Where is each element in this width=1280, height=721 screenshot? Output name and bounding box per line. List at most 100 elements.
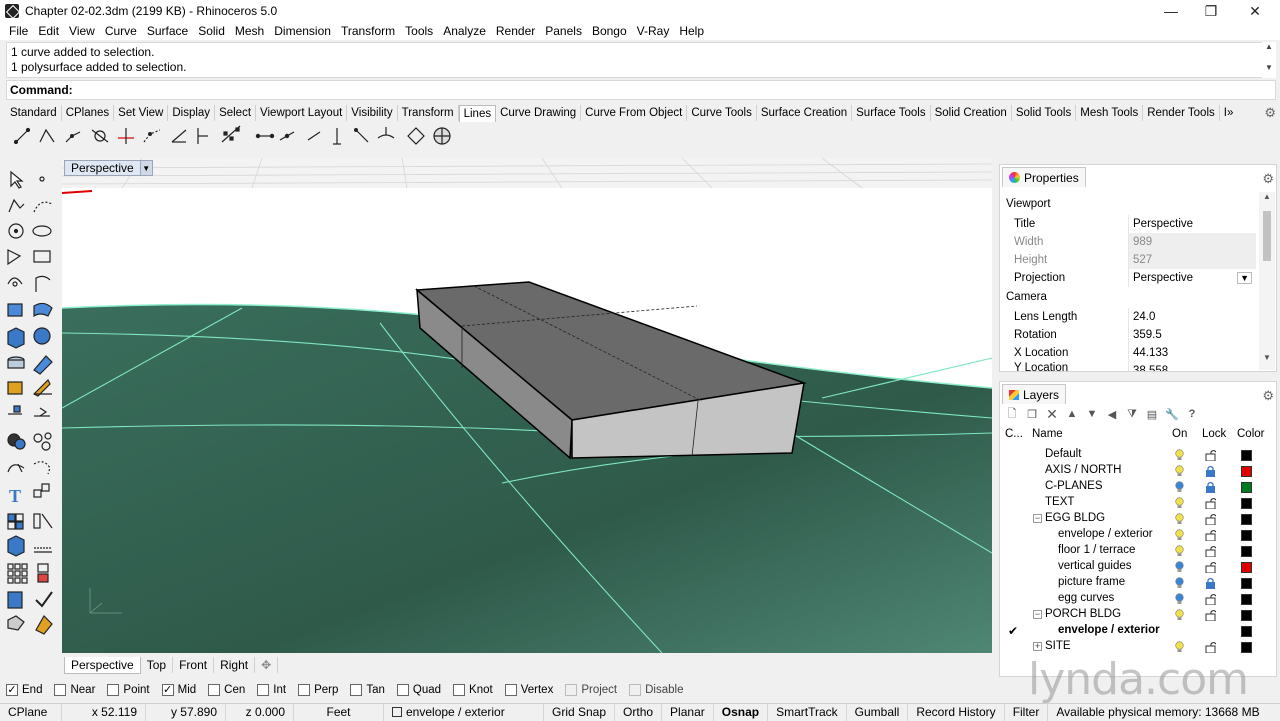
menu-mesh[interactable]: Mesh — [230, 24, 269, 38]
array-tool-icon[interactable] — [7, 535, 25, 557]
unlock-icon[interactable] — [1205, 513, 1217, 526]
prop-title-field[interactable]: Perspective — [1128, 215, 1256, 233]
line-angled-icon[interactable] — [171, 129, 187, 143]
prop-rotation-row[interactable]: Rotation 359.5 — [1002, 326, 1256, 344]
menu-render[interactable]: Render — [491, 24, 540, 38]
layer-row[interactable]: TEXT — [1002, 495, 1274, 511]
viewport-menu-arrow-icon[interactable]: ▼ — [139, 161, 152, 175]
line-segments-icon[interactable] — [65, 131, 81, 143]
osnap-end[interactable]: ✓ End — [6, 684, 42, 696]
tab-front[interactable]: Front — [173, 657, 215, 673]
line-surface-normal-icon[interactable] — [377, 127, 395, 139]
osnap-perp[interactable]: Perp — [298, 684, 338, 696]
menu-file[interactable]: File — [4, 24, 33, 38]
tab-display[interactable]: Display — [168, 105, 216, 121]
x-location-field[interactable]: 44.133 — [1128, 344, 1256, 362]
projection-dropdown[interactable]: Perspective ▼ — [1128, 269, 1256, 287]
menu-surface[interactable]: Surface — [142, 24, 193, 38]
toggle-record-history[interactable]: Record History — [908, 703, 1005, 721]
command-history-scrollbar[interactable]: ▲ ▼ — [1262, 42, 1276, 78]
curve-from-object-icon[interactable] — [35, 275, 51, 292]
layer-tool-icon[interactable] — [34, 547, 52, 553]
tab-layers[interactable]: Layers — [1002, 384, 1067, 404]
osnap-cen[interactable]: Cen — [208, 684, 245, 696]
checkmark-icon[interactable] — [35, 591, 53, 608]
unlock-icon[interactable] — [1205, 641, 1217, 654]
osnap-near[interactable]: Near — [54, 684, 95, 696]
menu-transform[interactable]: Transform — [336, 24, 400, 38]
osnap-checkbox[interactable]: ✓ — [161, 684, 174, 696]
y-location-field[interactable]: 38.558 — [1128, 362, 1256, 371]
lightbulb-icon[interactable] — [1175, 561, 1184, 573]
osnap-checkbox[interactable] — [565, 684, 578, 696]
properties-scrollbar[interactable]: ▲ ▼ — [1259, 192, 1275, 370]
analyze-tool-icon[interactable] — [7, 513, 24, 530]
rectangle-tool-icon[interactable] — [33, 250, 51, 263]
layer-color-swatch[interactable] — [1241, 514, 1252, 525]
toggle-smarttrack[interactable]: SmartTrack — [768, 703, 847, 721]
menu-view[interactable]: View — [64, 24, 100, 38]
cplane-indicator[interactable]: CPlane — [0, 703, 62, 721]
layer-states-icon[interactable]: ▤ — [1142, 406, 1162, 422]
cage-edit-icon[interactable] — [7, 615, 25, 631]
new-layer-icon[interactable]: 🗋 — [1002, 406, 1022, 422]
clipping-plane-icon[interactable] — [37, 563, 49, 583]
ellipse-tool-icon[interactable] — [7, 249, 22, 266]
more-tabs-icon[interactable]: I» — [1220, 105, 1238, 121]
line-vertical-icon[interactable] — [333, 128, 341, 145]
menu-curve[interactable]: Curve — [100, 24, 142, 38]
tab-surface-creation[interactable]: Surface Creation — [757, 105, 853, 121]
viewport-scene[interactable] — [62, 158, 992, 653]
scroll-thumb[interactable] — [1263, 211, 1271, 261]
layer-row[interactable]: AXIS / NORTH — [1002, 463, 1274, 479]
prop-title-row[interactable]: Title Perspective — [1002, 215, 1256, 233]
tab-curve-drawing[interactable]: Curve Drawing — [496, 105, 582, 121]
osnap-checkbox[interactable] — [298, 684, 311, 696]
menu-vray[interactable]: V-Ray — [632, 24, 675, 38]
render-tool-icon[interactable] — [33, 513, 53, 529]
command-line[interactable]: Command: — [6, 80, 1276, 100]
fillet-curves-icon[interactable] — [7, 303, 23, 317]
col-on[interactable]: On — [1172, 428, 1187, 440]
line-sphere-icon[interactable] — [433, 127, 451, 145]
text-tool-icon[interactable]: T — [9, 486, 21, 506]
osnap-checkbox[interactable] — [453, 684, 466, 696]
unlock-icon[interactable] — [1205, 609, 1217, 622]
layer-color-swatch[interactable] — [1241, 482, 1252, 493]
layer-color-swatch[interactable] — [1241, 578, 1252, 589]
circle-tool-icon[interactable] — [8, 223, 24, 239]
layer-row[interactable]: + SITE — [1002, 639, 1274, 655]
scroll-up-icon[interactable]: ▲ — [1259, 192, 1275, 201]
osnap-checkbox[interactable] — [107, 684, 120, 696]
toggle-ortho[interactable]: Ortho — [615, 703, 663, 721]
prop-lens-length-row[interactable]: Lens Length 24.0 — [1002, 308, 1256, 326]
copy-tool-icon[interactable] — [34, 407, 50, 417]
menu-dimension[interactable]: Dimension — [269, 24, 336, 38]
menu-analyze[interactable]: Analyze — [438, 24, 491, 38]
line-four-point-icon[interactable] — [354, 127, 369, 143]
lightbulb-icon[interactable] — [1175, 529, 1184, 541]
tab-set-view[interactable]: Set View — [114, 105, 169, 121]
layer-row[interactable]: − PORCH BLDG — [1002, 607, 1274, 623]
scroll-up-icon[interactable]: ▲ — [1262, 42, 1276, 51]
osnap-disable[interactable]: Disable — [629, 684, 683, 696]
layer-row[interactable]: picture frame — [1002, 575, 1274, 591]
curve-tool-icon[interactable] — [33, 201, 53, 213]
osnap-tan[interactable]: Tan — [350, 684, 385, 696]
tab-transform[interactable]: Transform — [398, 105, 459, 121]
lightbulb-icon[interactable] — [1175, 449, 1184, 461]
osnap-int[interactable]: Int — [257, 684, 286, 696]
menu-edit[interactable]: Edit — [33, 24, 64, 38]
layer-row[interactable]: C-PLANES — [1002, 479, 1274, 495]
tab-surface-tools[interactable]: Surface Tools — [852, 105, 931, 121]
tools-icon[interactable]: 🔧 — [1162, 406, 1182, 422]
layer-row[interactable]: − EGG BLDG — [1002, 511, 1274, 527]
group-tool-icon[interactable] — [33, 432, 52, 451]
tab-solid-tools[interactable]: Solid Tools — [1012, 105, 1077, 121]
layer-color-swatch[interactable] — [1241, 466, 1252, 477]
lens-length-field[interactable]: 24.0 — [1128, 308, 1256, 326]
tab-curve-from-object[interactable]: Curve From Object — [581, 105, 688, 121]
osnap-checkbox[interactable] — [396, 684, 409, 696]
mesh-tool-icon[interactable] — [33, 355, 53, 375]
toggle-osnap[interactable]: Osnap — [714, 703, 769, 721]
